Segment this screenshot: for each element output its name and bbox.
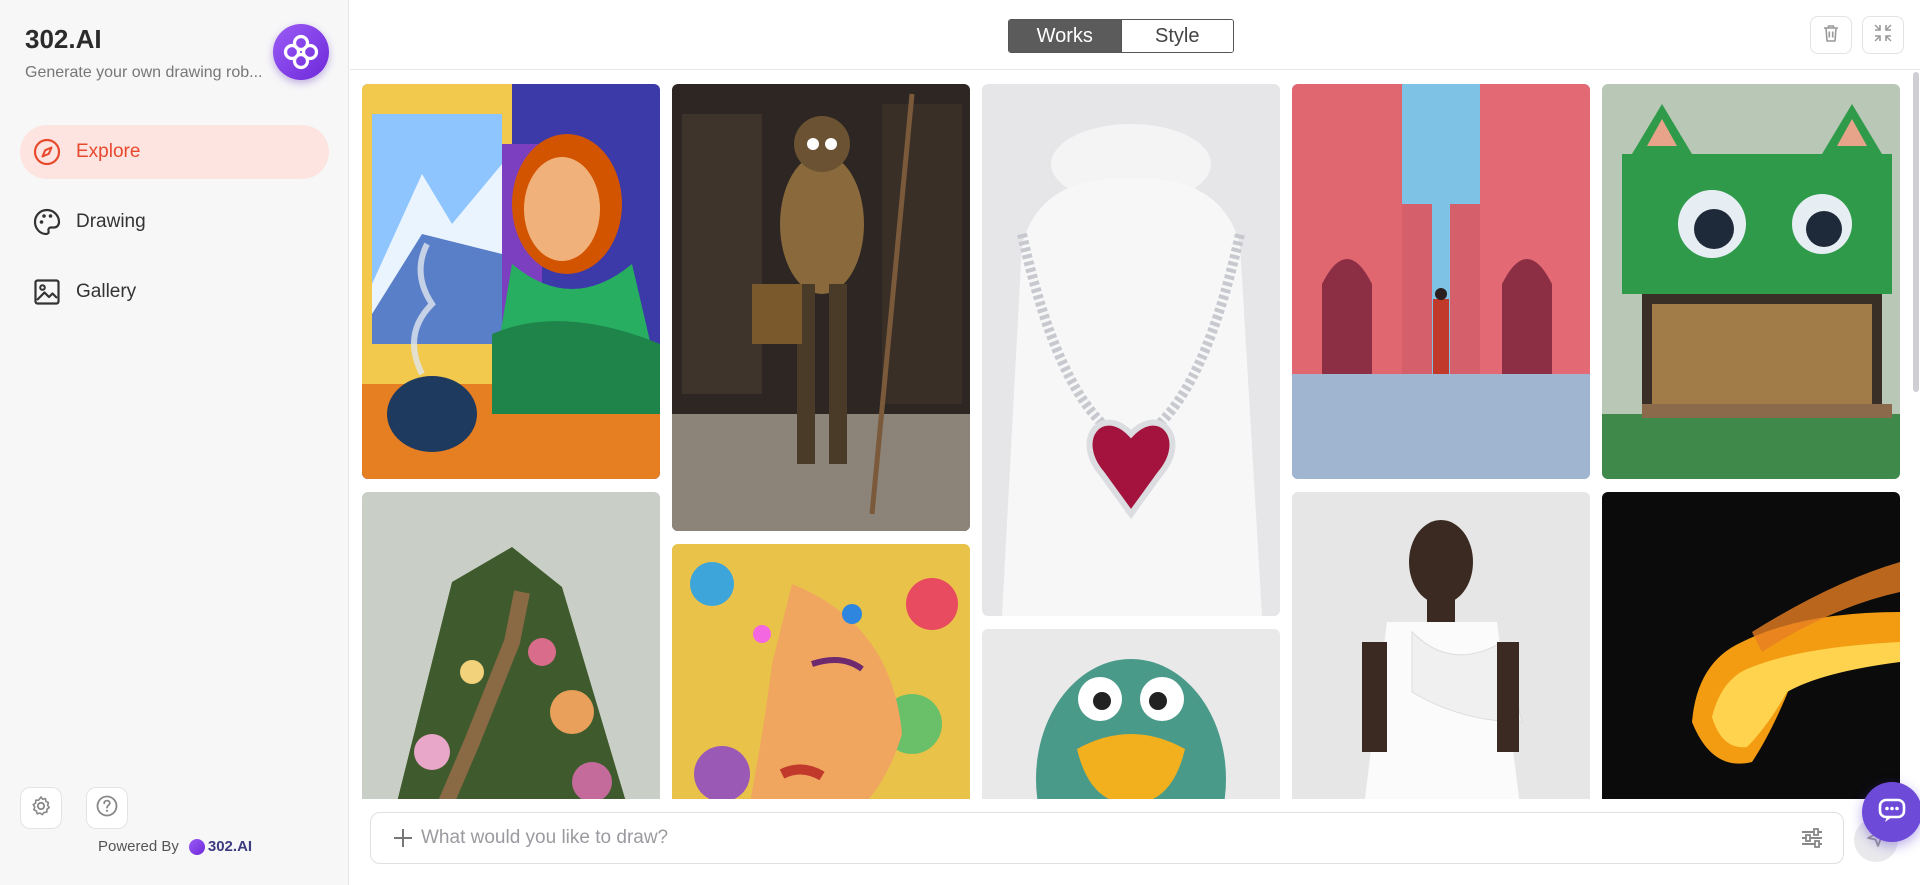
chat-button[interactable]: [1862, 782, 1920, 842]
brand-title: 302.AI: [25, 24, 102, 54]
sidebar-item-gallery[interactable]: Gallery: [20, 265, 329, 319]
chat-bubble-icon: [1875, 793, 1909, 832]
plus-icon[interactable]: [389, 824, 417, 852]
gear-icon: [29, 794, 53, 823]
delete-button[interactable]: [1810, 16, 1852, 54]
gallery-image[interactable]: [982, 629, 1280, 799]
gallery-image[interactable]: [1292, 492, 1590, 799]
gallery-image[interactable]: [362, 84, 660, 479]
top-bar: Works Style: [350, 0, 1920, 70]
palette-icon: [32, 207, 62, 237]
sliders-icon[interactable]: [1797, 823, 1827, 853]
prompt-input[interactable]: [421, 827, 1797, 849]
sidebar-item-explore[interactable]: Explore: [20, 125, 329, 179]
tab-style[interactable]: Style: [1120, 20, 1233, 52]
sidebar-item-label: Gallery: [76, 281, 137, 302]
gallery-image[interactable]: [672, 544, 970, 799]
minimize-icon: [1872, 22, 1894, 49]
collapse-button[interactable]: [1862, 16, 1904, 54]
gallery-image[interactable]: [1602, 84, 1900, 479]
help-button[interactable]: [86, 787, 128, 829]
gallery-image[interactable]: [1602, 492, 1900, 799]
main-content: Works Style: [350, 0, 1920, 885]
brand-mini-logo-icon: [188, 838, 205, 855]
scrollbar[interactable]: [1913, 72, 1919, 392]
settings-button[interactable]: [20, 787, 62, 829]
gallery-image[interactable]: [362, 492, 660, 799]
image-gallery: [362, 84, 1907, 799]
trash-icon: [1820, 22, 1842, 49]
sidebar-item-label: Explore: [76, 141, 141, 162]
gallery-image[interactable]: [1292, 84, 1590, 479]
compass-icon: [32, 137, 62, 167]
brand-subtitle: Generate your own drawing rob...: [25, 64, 263, 81]
app-window: 302.AI Generate your own drawing rob... …: [0, 0, 1920, 885]
prompt-bar: [370, 812, 1844, 864]
gallery-image[interactable]: [982, 84, 1280, 616]
sidebar: 302.AI Generate your own drawing rob... …: [0, 0, 349, 885]
sidebar-item-drawing[interactable]: Drawing: [20, 195, 329, 249]
view-tabs: Works Style: [1008, 19, 1234, 53]
help-circle-icon: [95, 794, 119, 823]
powered-by-brand: 302.AI: [207, 838, 253, 855]
flower-logo-icon: [273, 24, 329, 80]
image-icon: [32, 277, 62, 307]
sidebar-nav: Explore Drawing Gallery: [20, 125, 329, 335]
powered-by: Powered By 302.AI: [98, 838, 252, 855]
sidebar-item-label: Drawing: [76, 211, 146, 232]
gallery-image[interactable]: [672, 84, 970, 531]
tab-works[interactable]: Works: [1009, 20, 1121, 52]
powered-by-label: Powered By: [98, 838, 179, 855]
